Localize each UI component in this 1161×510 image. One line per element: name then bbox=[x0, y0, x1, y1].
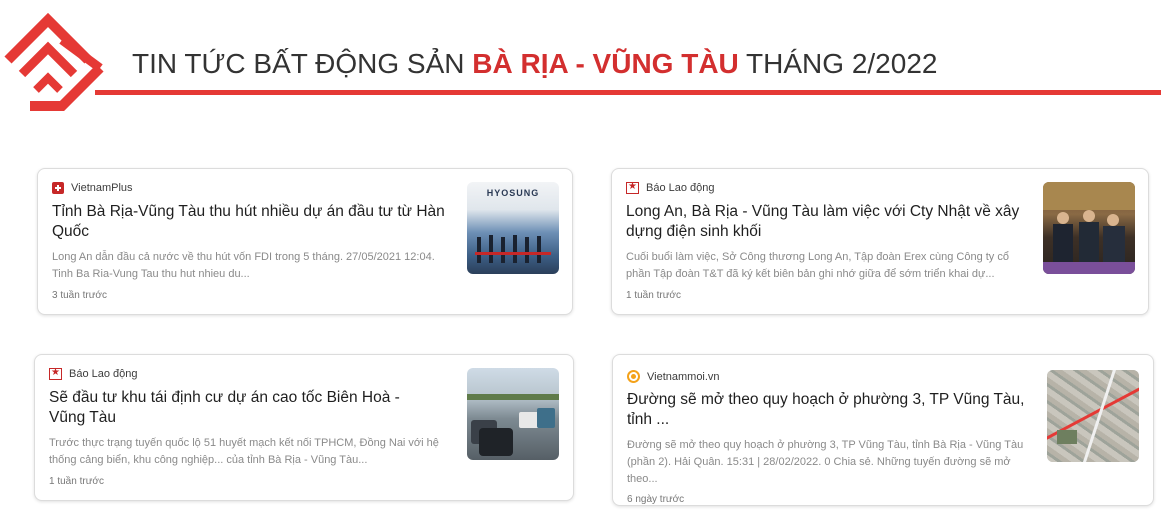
title-underline bbox=[95, 90, 1161, 95]
news-snippet: Long An dẫn đầu cả nước về thu hút vốn F… bbox=[52, 251, 435, 280]
news-time: 1 tuần trước bbox=[626, 290, 681, 301]
news-thumbnail[interactable]: HYOSUNG bbox=[467, 182, 559, 274]
news-thumbnail[interactable] bbox=[1047, 370, 1139, 462]
news-thumbnail[interactable] bbox=[1043, 182, 1135, 274]
title-suffix: THÁNG 2/2022 bbox=[738, 48, 938, 79]
news-source: ★ Báo Lao động bbox=[49, 367, 138, 380]
news-time: 3 tuần trước bbox=[52, 290, 107, 301]
news-time: 6 ngày trước bbox=[627, 494, 685, 505]
vietnammoi-icon bbox=[627, 370, 640, 383]
bao-lao-dong-icon: ★ bbox=[49, 367, 62, 380]
news-headline[interactable]: Sẽ đầu tư khu tái định cư dự án cao tốc … bbox=[49, 388, 439, 428]
news-source-name: Báo Lao động bbox=[646, 182, 715, 194]
news-headline[interactable]: Long An, Bà Rịa - Vũng Tàu làm việc với … bbox=[626, 202, 1031, 242]
page-title: TIN TỨC BẤT ĐỘNG SẢN BÀ RỊA - VŨNG TÀU T… bbox=[132, 48, 937, 80]
news-snippet: Đường sẽ mở theo quy hoạch ở phường 3, T… bbox=[627, 439, 1024, 485]
news-card[interactable]: Vietnammoi.vn Đường sẽ mở theo quy hoạch… bbox=[612, 354, 1154, 506]
news-source: ★ Báo Lao động bbox=[626, 181, 715, 194]
news-headline[interactable]: Tỉnh Bà Rịa-Vũng Tàu thu hút nhiều dự án… bbox=[52, 202, 447, 242]
news-headline[interactable]: Đường sẽ mở theo quy hoạch ở phường 3, T… bbox=[627, 390, 1032, 430]
title-highlight: BÀ RỊA - VŨNG TÀU bbox=[472, 48, 739, 79]
news-thumbnail[interactable] bbox=[467, 368, 559, 460]
thumb-banner-text: HYOSUNG bbox=[486, 188, 540, 198]
title-prefix: TIN TỨC BẤT ĐỘNG SẢN bbox=[132, 48, 473, 79]
news-source: VietnamPlus bbox=[52, 182, 133, 194]
news-card[interactable]: ★ Báo Lao động Sẽ đầu tư khu tái định cư… bbox=[34, 354, 574, 501]
house-logo-icon bbox=[4, 12, 104, 111]
news-card[interactable]: ★ Báo Lao động Long An, Bà Rịa - Vũng Tà… bbox=[611, 168, 1149, 315]
news-source-name: VietnamPlus bbox=[71, 182, 133, 194]
news-source: Vietnammoi.vn bbox=[627, 370, 720, 383]
news-snippet: Trước thực trạng tuyến quốc lộ 51 huyết … bbox=[49, 437, 439, 466]
vietnamplus-icon bbox=[52, 182, 64, 194]
bao-lao-dong-icon: ★ bbox=[626, 181, 639, 194]
news-time: 1 tuần trước bbox=[49, 476, 104, 487]
news-source-name: Báo Lao động bbox=[69, 368, 138, 380]
news-snippet: Cuối buổi làm việc, Sở Công thương Long … bbox=[626, 251, 1009, 280]
news-card[interactable]: VietnamPlus Tỉnh Bà Rịa-Vũng Tàu thu hút… bbox=[37, 168, 573, 315]
news-source-name: Vietnammoi.vn bbox=[647, 370, 720, 383]
